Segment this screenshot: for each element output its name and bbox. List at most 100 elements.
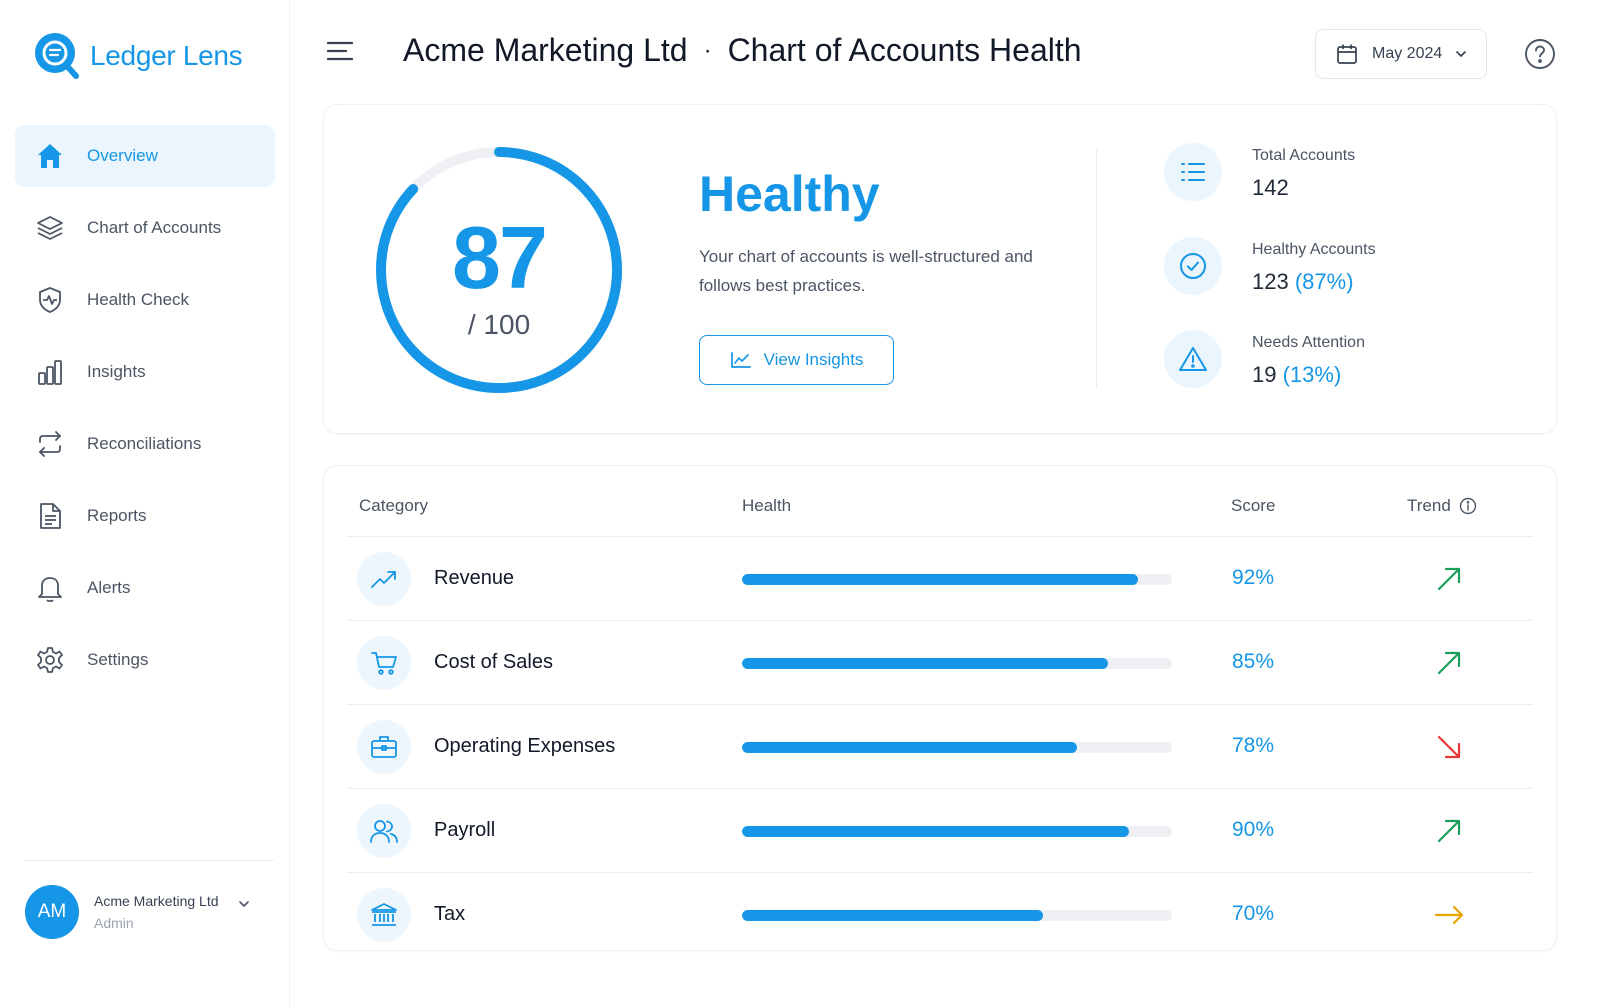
sidebar-item-insights[interactable]: Insights — [15, 341, 275, 403]
warning-icon — [1164, 330, 1222, 388]
sidebar: Ledger Lens Overview Chart of Accounts H… — [0, 0, 290, 1008]
sidebar-item-reconciliations[interactable]: Reconciliations — [15, 413, 275, 475]
stat-needs-attention: Needs Attention 19 (13%) — [1164, 330, 1365, 388]
layers-icon — [35, 213, 65, 243]
sidebar-item-label: Alerts — [87, 578, 131, 597]
health-bar — [742, 826, 1172, 837]
help-icon[interactable] — [1524, 38, 1556, 70]
account-name: Acme Marketing Ltd — [94, 893, 219, 909]
column-header-health: Health — [742, 496, 792, 515]
sidebar-item-settings[interactable]: Settings — [15, 629, 275, 691]
column-header-category: Category — [359, 496, 428, 515]
category-name: Payroll — [434, 819, 496, 841]
category-health-table: Category Health Score Trend Revenue 92% … — [323, 465, 1557, 951]
stat-value: 123 (87%) — [1252, 269, 1376, 295]
card-divider — [1096, 149, 1097, 389]
category-score: 78% — [1232, 734, 1275, 757]
sidebar-item-alerts[interactable]: Alerts — [15, 557, 275, 619]
category-score: 90% — [1232, 818, 1275, 841]
sidebar-item-chart-of-accounts[interactable]: Chart of Accounts — [15, 197, 275, 259]
date-picker[interactable]: May 2024 — [1315, 29, 1487, 79]
shield-pulse-icon — [35, 285, 65, 315]
health-bar — [742, 658, 1172, 669]
list-icon — [1164, 143, 1222, 201]
line-chart-icon — [730, 351, 752, 369]
column-header-trend: Trend — [1407, 496, 1477, 516]
category-score: 85% — [1232, 650, 1275, 673]
trend-flat-icon — [1432, 898, 1466, 932]
trend-up-icon — [1432, 814, 1466, 848]
health-bar-fill — [742, 910, 1043, 921]
column-header-score: Score — [1231, 496, 1276, 515]
title-separator: · — [703, 36, 712, 64]
health-bar-fill — [742, 826, 1129, 837]
category-name: Revenue — [434, 567, 515, 589]
sidebar-item-reports[interactable]: Reports — [15, 485, 275, 547]
page-title: Acme Marketing Ltd · Chart of Accounts H… — [403, 32, 1082, 69]
document-icon — [35, 501, 65, 531]
sidebar-item-health-check[interactable]: Health Check — [15, 269, 275, 331]
cart-icon — [357, 636, 411, 690]
table-row-revenue[interactable]: Revenue 92% — [347, 537, 1533, 621]
health-status: Healthy — [699, 166, 880, 222]
briefcase-icon — [357, 720, 411, 774]
sidebar-nav: Overview Chart of Accounts Health Check … — [15, 125, 275, 701]
health-bar-fill — [742, 742, 1078, 753]
sidebar-item-overview[interactable]: Overview — [15, 125, 275, 187]
company-name: Acme Marketing Ltd — [403, 32, 688, 68]
calendar-icon — [1336, 43, 1358, 65]
home-icon — [35, 141, 65, 171]
arrows-swap-icon — [35, 429, 65, 459]
users-icon — [357, 804, 411, 858]
trending-up-icon — [357, 552, 411, 606]
sidebar-item-label: Chart of Accounts — [87, 218, 222, 237]
gear-icon — [35, 645, 65, 675]
chevron-down-icon[interactable] — [237, 897, 251, 911]
stat-percent: (87%) — [1294, 269, 1354, 294]
score-value: 87 — [452, 208, 548, 307]
health-bar — [742, 574, 1172, 585]
stat-count: 19 — [1252, 362, 1277, 387]
table-row-payroll[interactable]: Payroll 90% — [347, 789, 1533, 873]
account-role: Admin — [94, 915, 134, 931]
stat-count: 123 — [1252, 269, 1289, 294]
category-name: Operating Expenses — [434, 735, 616, 757]
bar-chart-icon — [35, 357, 65, 387]
account-switcher[interactable]: AM Acme Marketing Ltd Admin — [25, 885, 251, 939]
score-out-of: / 100 — [467, 309, 531, 340]
health-bar — [742, 910, 1172, 921]
sidebar-item-label: Reports — [87, 506, 147, 525]
score-gauge: 87 / 100 — [374, 141, 624, 399]
app-logo[interactable]: Ledger Lens — [34, 32, 243, 80]
category-score: 92% — [1232, 566, 1275, 589]
column-header-label: Trend — [1407, 496, 1451, 515]
stat-percent: (13%) — [1282, 362, 1342, 387]
info-icon[interactable] — [1459, 497, 1477, 515]
table-row-tax[interactable]: Tax 70% — [347, 873, 1533, 957]
stat-value: 142 — [1252, 175, 1289, 200]
bank-icon — [357, 888, 411, 942]
sidebar-item-label: Insights — [87, 362, 146, 381]
page-heading: Chart of Accounts Health — [727, 32, 1082, 68]
health-bar — [742, 742, 1172, 753]
stat-value: 19 (13%) — [1252, 362, 1365, 388]
menu-icon[interactable] — [326, 40, 354, 62]
avatar: AM — [25, 885, 79, 939]
view-insights-label: View Insights — [763, 350, 864, 369]
date-value: May 2024 — [1372, 45, 1443, 62]
category-name: Cost of Sales — [434, 651, 553, 673]
table-row-operating-expenses[interactable]: Operating Expenses 78% — [347, 705, 1533, 789]
health-description: Your chart of accounts is well-structure… — [699, 247, 1033, 295]
view-insights-button[interactable]: View Insights — [699, 335, 894, 385]
trend-up-icon — [1432, 562, 1466, 596]
app-name: Ledger Lens — [90, 40, 243, 71]
health-bar-fill — [742, 658, 1108, 669]
table-row-cost-of-sales[interactable]: Cost of Sales 85% — [347, 621, 1533, 705]
health-score-card: 87 / 100 Healthy Your chart of accounts … — [323, 104, 1557, 434]
category-name: Tax — [434, 903, 466, 925]
check-circle-icon — [1164, 237, 1222, 295]
sidebar-item-label: Settings — [87, 650, 149, 669]
stat-healthy-accounts: Healthy Accounts 123 (87%) — [1164, 237, 1376, 295]
trend-down-icon — [1432, 730, 1466, 764]
health-bar-fill — [742, 574, 1138, 585]
